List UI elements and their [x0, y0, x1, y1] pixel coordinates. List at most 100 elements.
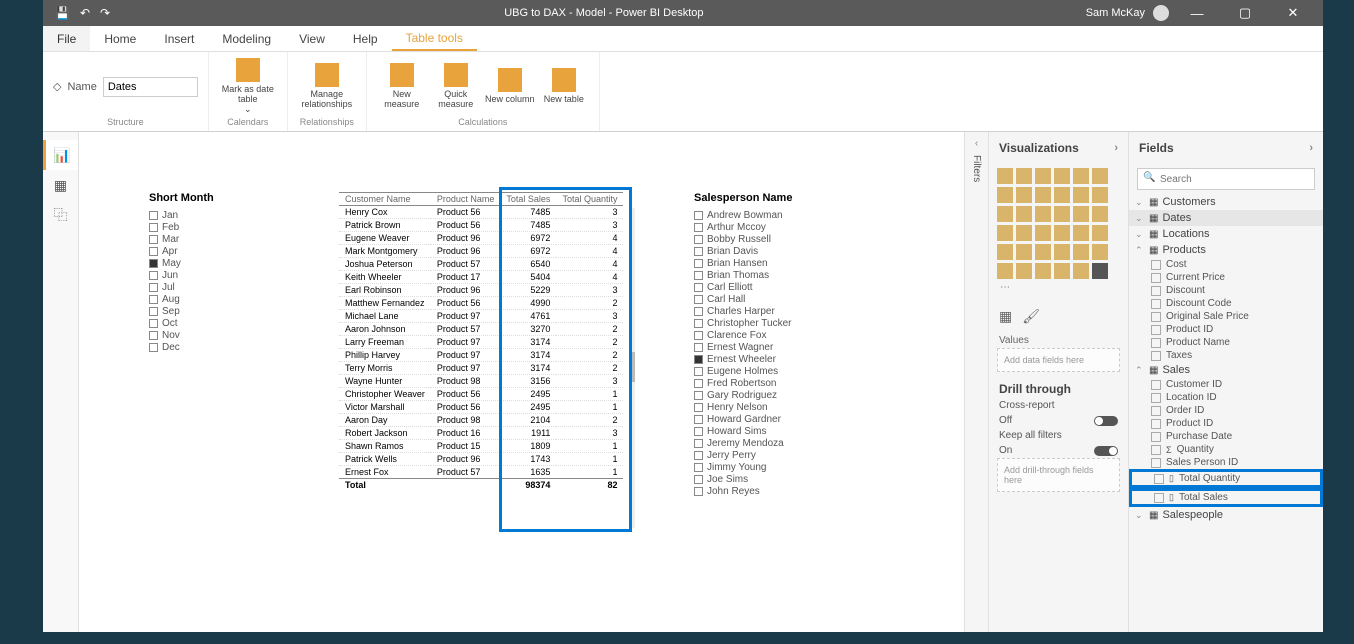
checkbox-icon[interactable]	[694, 223, 703, 232]
viz-type-icon[interactable]	[1073, 168, 1089, 184]
checkbox-icon[interactable]	[149, 223, 158, 232]
viz-type-icon[interactable]	[1035, 187, 1051, 203]
slicer-sales-item[interactable]: Christopher Tucker	[694, 318, 894, 329]
column-header[interactable]: Total Quantity	[556, 193, 623, 206]
field-table[interactable]: ⌃▦Products	[1129, 242, 1323, 258]
redo-icon[interactable]: ↷	[100, 6, 110, 20]
viz-type-icon[interactable]	[1016, 225, 1032, 241]
slicer-sales-item[interactable]: Ernest Wheeler	[694, 354, 894, 365]
field-checkbox[interactable]	[1151, 419, 1161, 429]
chevron-icon[interactable]: ⌄	[1135, 197, 1145, 208]
table-row[interactable]: Henry CoxProduct 5674853	[339, 206, 623, 219]
checkbox-icon[interactable]	[149, 331, 158, 340]
field-item[interactable]: Location ID	[1129, 391, 1323, 404]
field-checkbox[interactable]	[1151, 351, 1161, 361]
tab-insert[interactable]: Insert	[150, 26, 208, 51]
viz-type-icon[interactable]	[1092, 168, 1108, 184]
slicer-sales-item[interactable]: Brian Thomas	[694, 270, 894, 281]
slicer-month-item[interactable]: May	[149, 258, 259, 269]
field-checkbox[interactable]	[1151, 299, 1161, 309]
viz-type-icon[interactable]	[1016, 168, 1032, 184]
checkbox-icon[interactable]	[694, 403, 703, 412]
report-canvas[interactable]: Short Month JanFebMarAprMayJunJulAugSepO…	[79, 132, 964, 632]
slicer-sales-item[interactable]: Gary Rodriguez	[694, 390, 894, 401]
table-row[interactable]: Keith WheelerProduct 1754044	[339, 271, 623, 284]
slicer-month-item[interactable]: Apr	[149, 246, 259, 257]
table-row[interactable]: Ernest FoxProduct 5716351	[339, 466, 623, 479]
viz-type-icon[interactable]	[1035, 206, 1051, 222]
field-item[interactable]: Current Price	[1129, 271, 1323, 284]
slicer-sales-item[interactable]: Jerry Perry	[694, 450, 894, 461]
viz-type-icon[interactable]	[1073, 206, 1089, 222]
data-view-icon[interactable]: ▦	[43, 170, 78, 200]
viz-type-icon[interactable]	[997, 187, 1013, 203]
slicer-month-item[interactable]: Sep	[149, 306, 259, 317]
slicer-sales-item[interactable]: Carl Elliott	[694, 282, 894, 293]
checkbox-icon[interactable]	[149, 319, 158, 328]
checkbox-icon[interactable]	[149, 211, 158, 220]
viz-type-icon[interactable]	[1092, 206, 1108, 222]
avatar[interactable]	[1153, 5, 1169, 21]
slicer-sales-item[interactable]: Brian Davis	[694, 246, 894, 257]
field-table[interactable]: ⌄▦Salespeople	[1129, 507, 1323, 523]
slicer-salesperson[interactable]: Salesperson Name Andrew BowmanArthur Mcc…	[694, 192, 894, 498]
column-header[interactable]: Product Name	[431, 193, 501, 206]
slicer-sales-item[interactable]: Henry Nelson	[694, 402, 894, 413]
viz-type-icon[interactable]	[1073, 225, 1089, 241]
viz-type-icon[interactable]	[1073, 244, 1089, 260]
collapse-fields-icon[interactable]: ›	[1309, 142, 1313, 154]
field-checkbox[interactable]	[1151, 338, 1161, 348]
mark-date-button[interactable]: Mark as date table⌄	[219, 58, 277, 115]
field-item[interactable]: Customer ID	[1129, 378, 1323, 391]
maximize-button[interactable]: ▢	[1225, 5, 1265, 21]
field-item[interactable]: Taxes	[1129, 349, 1323, 362]
table-row[interactable]: Eugene WeaverProduct 9669724	[339, 232, 623, 245]
slicer-sales-item[interactable]: Charles Harper	[694, 306, 894, 317]
viz-type-icon[interactable]	[1035, 263, 1051, 279]
checkbox-icon[interactable]	[149, 295, 158, 304]
fields-tab-icon[interactable]: ▦	[999, 308, 1012, 325]
slicer-sales-item[interactable]: Arthur Mccoy	[694, 222, 894, 233]
checkbox-icon[interactable]	[694, 391, 703, 400]
viz-type-icon[interactable]	[1092, 187, 1108, 203]
scrollbar[interactable]	[629, 208, 635, 528]
new-measure-button[interactable]: New measure	[377, 63, 427, 110]
field-checkbox[interactable]	[1151, 273, 1161, 283]
checkbox-icon[interactable]	[149, 283, 158, 292]
checkbox-icon[interactable]	[694, 319, 703, 328]
table-row[interactable]: Patrick BrownProduct 5674853	[339, 219, 623, 232]
field-checkbox[interactable]	[1151, 458, 1161, 468]
field-checkbox[interactable]	[1151, 325, 1161, 335]
column-header[interactable]: Total Sales	[500, 193, 556, 206]
search-input[interactable]	[1137, 168, 1315, 190]
checkbox-icon[interactable]	[694, 307, 703, 316]
values-drop[interactable]: Add data fields here	[997, 348, 1120, 372]
tab-help[interactable]: Help	[339, 26, 392, 51]
checkbox-icon[interactable]	[694, 259, 703, 268]
field-checkbox[interactable]	[1151, 445, 1161, 455]
slicer-sales-item[interactable]: Andrew Bowman	[694, 210, 894, 221]
field-checkbox[interactable]	[1154, 474, 1164, 484]
table-row[interactable]: Terry MorrisProduct 9731742	[339, 362, 623, 375]
field-checkbox[interactable]	[1151, 260, 1161, 270]
collapse-viz-icon[interactable]: ›	[1114, 142, 1118, 154]
report-view-icon[interactable]: 📊	[43, 140, 78, 170]
field-item[interactable]: ▯Total Sales	[1129, 488, 1323, 507]
slicer-month-item[interactable]: Jan	[149, 210, 259, 221]
field-table[interactable]: ⌄▦Customers	[1129, 194, 1323, 210]
checkbox-icon[interactable]	[694, 367, 703, 376]
slicer-month-item[interactable]: Nov	[149, 330, 259, 341]
viz-type-icon[interactable]	[1092, 225, 1108, 241]
viz-type-icon[interactable]	[1054, 244, 1070, 260]
filters-pane-collapsed[interactable]: ‹ Filters	[964, 132, 988, 632]
chevron-icon[interactable]: ⌄	[1135, 229, 1145, 240]
viz-type-icon[interactable]	[1054, 263, 1070, 279]
viz-type-icon[interactable]	[1092, 263, 1108, 279]
slicer-month-item[interactable]: Mar	[149, 234, 259, 245]
format-tab-icon[interactable]: 🖌	[1022, 308, 1040, 325]
checkbox-icon[interactable]	[694, 439, 703, 448]
table-row[interactable]: Matthew FernandezProduct 5649902	[339, 297, 623, 310]
close-button[interactable]: ✕	[1273, 5, 1313, 21]
viz-type-icon[interactable]	[1035, 244, 1051, 260]
minimize-button[interactable]: —	[1177, 6, 1217, 21]
